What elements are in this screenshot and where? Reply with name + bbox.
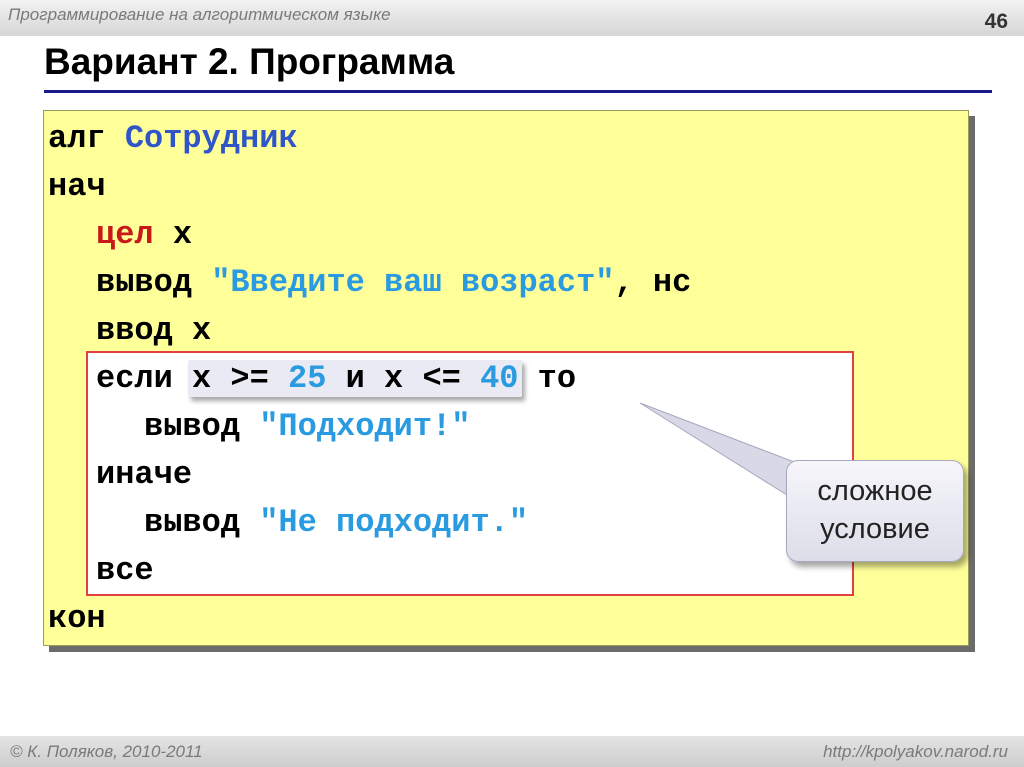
kw-to: то xyxy=(537,360,577,397)
algorithm-name: Сотрудник xyxy=(124,120,298,157)
kw-nach: нач xyxy=(48,168,106,205)
footer-bar: © К. Поляков, 2010-2011 http://kpolyakov… xyxy=(0,736,1024,767)
kw-alg: алг xyxy=(48,120,106,157)
header-bar: Программирование на алгоритмическом язык… xyxy=(0,0,1024,36)
kw-cel: цел xyxy=(96,216,154,253)
compound-condition: x >= 25 и x <= 40 xyxy=(188,360,523,397)
cond-var-1: x xyxy=(192,360,212,397)
code-line-4: вывод "Введите ваш возраст", нс xyxy=(96,263,691,303)
callout-line-1: сложное xyxy=(817,475,933,507)
code-line-10: все xyxy=(96,551,154,591)
code-line-1: алг Сотрудник xyxy=(48,119,298,159)
cond-var-2: x xyxy=(384,360,404,397)
course-title: Программирование на алгоритмическом язык… xyxy=(8,5,391,24)
slide-title: Вариант 2. Программа xyxy=(44,41,455,82)
string-ok: "Подходит!" xyxy=(259,408,471,445)
var-x: x xyxy=(192,312,212,349)
cond-and: и xyxy=(345,360,365,397)
kw-esli: если xyxy=(96,360,173,397)
kw-inache: иначе xyxy=(96,456,193,493)
code-line-6: если x >= 25 и x <= 40 то xyxy=(96,359,576,399)
cond-num-1: 25 xyxy=(288,360,327,397)
cond-num-2: 40 xyxy=(480,360,519,397)
code-line-7: вывод "Подходит!" xyxy=(144,407,470,447)
kw-vyvod: вывод xyxy=(96,264,193,301)
kw-kon: кон xyxy=(48,600,106,637)
kw-vvod: ввод xyxy=(96,312,173,349)
string-not-ok: "Не подходит." xyxy=(259,504,529,541)
copyright-text: © К. Поляков, 2010-2011 xyxy=(10,742,203,761)
code-line-3: цел x xyxy=(96,215,192,255)
code-line-11: кон xyxy=(48,599,106,639)
kw-vyvod: вывод xyxy=(144,504,241,541)
cond-op-2: <= xyxy=(422,360,461,397)
code-line-8: иначе xyxy=(96,455,192,495)
string-prompt: "Введите ваш возраст" xyxy=(211,264,615,301)
cond-op-1: >= xyxy=(230,360,269,397)
page-number: 46 xyxy=(984,10,1008,33)
code-line-9: вывод "Не подходит." xyxy=(144,503,528,543)
kw-vse: все xyxy=(96,552,154,589)
code-line-2: нач xyxy=(48,167,106,207)
callout-line-2: условие xyxy=(820,513,930,545)
code-box: алг Сотрудник нач цел x вывод "Введите в… xyxy=(43,110,969,646)
title-underline xyxy=(44,90,992,93)
var-x: x xyxy=(172,216,193,253)
callout-complex-condition: сложное условие xyxy=(786,460,964,562)
kw-nc: нс xyxy=(652,264,692,301)
code-line-5: ввод x xyxy=(96,311,211,351)
kw-vyvod: вывод xyxy=(144,408,241,445)
site-link[interactable]: http://kpolyakov.narod.ru xyxy=(823,742,1008,762)
comma: , xyxy=(614,264,634,301)
